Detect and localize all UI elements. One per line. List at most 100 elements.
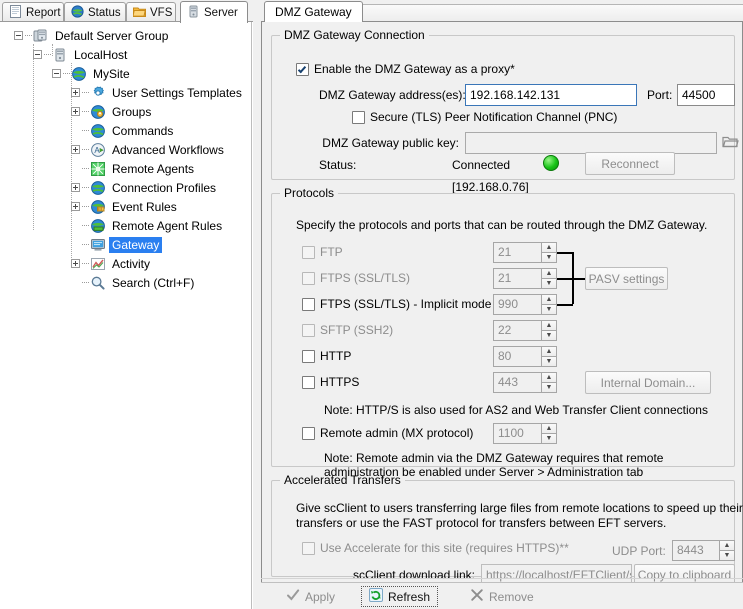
- expander-icon[interactable]: [71, 107, 80, 116]
- remote-admin-port-value[interactable]: 1100: [493, 423, 541, 444]
- tab-report-label: Report: [26, 7, 61, 19]
- ftp-port-decrement[interactable]: ▼: [541, 252, 557, 263]
- bracket-bottom-arm: [557, 304, 573, 306]
- ftps-implicit-port-increment[interactable]: ▲: [541, 294, 557, 304]
- pnc-checkbox[interactable]: [352, 111, 365, 124]
- tree-item-user-settings-templates[interactable]: User Settings Templates: [71, 83, 245, 102]
- tree-item-activity[interactable]: Activity: [71, 254, 153, 273]
- http-checkbox-row[interactable]: HTTP: [302, 349, 351, 363]
- use-accelerate-checkbox-row[interactable]: Use Accelerate for this site (requires H…: [302, 541, 569, 555]
- tree-item-groups[interactable]: Groups: [71, 102, 154, 121]
- public-key-input[interactable]: [465, 132, 717, 154]
- tree-item-advanced-workflows[interactable]: A Advanced Workflows: [71, 140, 227, 159]
- sftp-port-decrement[interactable]: ▼: [541, 330, 557, 341]
- tree-item-remote-agent-rules[interactable]: Remote Agent Rules: [71, 216, 225, 235]
- tab-dmz-gateway[interactable]: DMZ Gateway: [264, 1, 363, 22]
- bracket-top-arm: [557, 252, 573, 254]
- tab-vfs[interactable]: VFS: [126, 2, 176, 22]
- ftps-port-spinner[interactable]: 21 ▲ ▼: [493, 268, 557, 289]
- tree-item-gateway[interactable]: Gateway: [71, 235, 162, 254]
- ftps-implicit-checkbox[interactable]: [302, 298, 315, 311]
- enable-dmz-gateway-checkbox[interactable]: [296, 63, 309, 76]
- http-port-increment[interactable]: ▲: [541, 346, 557, 356]
- apply-button[interactable]: Apply: [279, 586, 342, 607]
- ftp-checkbox[interactable]: [302, 246, 315, 259]
- ftps-port-value[interactable]: 21: [493, 268, 541, 289]
- ftps-implicit-checkbox-row[interactable]: FTPS (SSL/TLS) - Implicit mode: [302, 297, 491, 311]
- ftp-checkbox-row[interactable]: FTP: [302, 245, 343, 259]
- pnc-checkbox-row[interactable]: Secure (TLS) Peer Notification Channel (…: [352, 110, 617, 124]
- ftps-implicit-port-decrement[interactable]: ▼: [541, 304, 557, 315]
- https-port-spinner[interactable]: 443 ▲ ▼: [493, 372, 557, 393]
- ftps-checkbox[interactable]: [302, 272, 315, 285]
- panel-splitter[interactable]: [253, 0, 261, 609]
- remote-admin-port-increment[interactable]: ▲: [541, 423, 557, 433]
- use-accelerate-checkbox[interactable]: [302, 542, 315, 555]
- protocols-group: Protocols Specify the protocols and port…: [271, 186, 735, 467]
- tree-item-localhost[interactable]: LocalHost: [33, 45, 130, 64]
- http-port-spinner[interactable]: 80 ▲ ▼: [493, 346, 557, 367]
- pasv-settings-button[interactable]: PASV settings: [585, 267, 668, 290]
- http-checkbox[interactable]: [302, 350, 315, 363]
- https-port-decrement[interactable]: ▼: [541, 382, 557, 393]
- expander-icon[interactable]: [71, 183, 80, 192]
- enable-dmz-gateway-checkbox-row[interactable]: Enable the DMZ Gateway as a proxy*: [296, 62, 515, 76]
- remote-admin-port-decrement[interactable]: ▼: [541, 433, 557, 444]
- dmz-port-input[interactable]: 44500: [677, 84, 735, 106]
- ftps-port-decrement[interactable]: ▼: [541, 278, 557, 289]
- folder-open-icon[interactable]: [722, 134, 740, 153]
- remote-admin-checkbox[interactable]: [302, 427, 315, 440]
- tab-status[interactable]: Status: [64, 2, 126, 22]
- https-port-increment[interactable]: ▲: [541, 372, 557, 382]
- expander-icon[interactable]: [71, 88, 80, 97]
- tree-item-event-rules[interactable]: Event Rules: [71, 197, 180, 216]
- tree-item-mysite[interactable]: MySite: [52, 64, 133, 83]
- http-port-value[interactable]: 80: [493, 346, 541, 367]
- expander-icon[interactable]: [14, 31, 23, 40]
- expander-icon[interactable]: [71, 259, 80, 268]
- dmz-address-input[interactable]: 192.168.142.131: [465, 84, 637, 106]
- tab-report[interactable]: Report: [2, 2, 64, 22]
- ftps-port-increment[interactable]: ▲: [541, 268, 557, 278]
- udp-port-increment[interactable]: ▲: [719, 540, 735, 550]
- https-port-value[interactable]: 443: [493, 372, 541, 393]
- expander-icon[interactable]: [33, 50, 42, 59]
- internal-domain-button[interactable]: Internal Domain...: [585, 371, 711, 394]
- udp-port-value[interactable]: 8443: [672, 540, 719, 561]
- server-tree[interactable]: Default Server Group LocalHost MySite: [0, 22, 252, 609]
- https-checkbox[interactable]: [302, 376, 315, 389]
- tree-item-commands[interactable]: Commands: [71, 121, 176, 140]
- expander-icon[interactable]: [52, 69, 61, 78]
- sftp-checkbox[interactable]: [302, 324, 315, 337]
- dmz-gateway-settings: DMZ Gateway Connection Enable the DMZ Ga…: [261, 22, 743, 582]
- ftp-port-spinner[interactable]: 21 ▲ ▼: [493, 242, 557, 263]
- remove-button[interactable]: Remove: [463, 586, 541, 607]
- sftp-port-spinner[interactable]: 22 ▲ ▼: [493, 320, 557, 341]
- http-port-decrement[interactable]: ▼: [541, 356, 557, 367]
- ftps-implicit-port-spinner[interactable]: 990 ▲ ▼: [493, 294, 557, 315]
- ftps-checkbox-row[interactable]: FTPS (SSL/TLS): [302, 271, 410, 285]
- ftp-port-increment[interactable]: ▲: [541, 242, 557, 252]
- tree-item-search[interactable]: Search (Ctrl+F): [71, 273, 197, 292]
- remote-admin-port-spinner[interactable]: 1100 ▲ ▼: [493, 423, 557, 444]
- sftp-port-increment[interactable]: ▲: [541, 320, 557, 330]
- tree-item-remote-agents[interactable]: Remote Agents: [71, 159, 197, 178]
- expander-icon[interactable]: [71, 202, 80, 211]
- search-icon: [90, 275, 106, 291]
- expander-icon[interactable]: [71, 145, 80, 154]
- reconnect-button[interactable]: Reconnect: [585, 152, 675, 175]
- sftp-checkbox-row[interactable]: SFTP (SSH2): [302, 323, 393, 337]
- udp-port-spinner[interactable]: 8443 ▲ ▼: [672, 540, 735, 561]
- ftp-port-value[interactable]: 21: [493, 242, 541, 263]
- https-checkbox-row[interactable]: HTTPS: [302, 375, 359, 389]
- udp-port-decrement[interactable]: ▼: [719, 550, 735, 561]
- sftp-port-value[interactable]: 22: [493, 320, 541, 341]
- remote-admin-checkbox-row[interactable]: Remote admin (MX protocol): [302, 426, 473, 440]
- refresh-button[interactable]: Refresh: [361, 586, 438, 607]
- status-value: Connected: [452, 158, 510, 172]
- tree-connector: [82, 206, 89, 207]
- tree-item-default-server-group[interactable]: Default Server Group: [14, 26, 171, 45]
- tree-item-connection-profiles[interactable]: Connection Profiles: [71, 178, 219, 197]
- ftps-implicit-port-value[interactable]: 990: [493, 294, 541, 315]
- tab-server[interactable]: Server: [180, 1, 248, 23]
